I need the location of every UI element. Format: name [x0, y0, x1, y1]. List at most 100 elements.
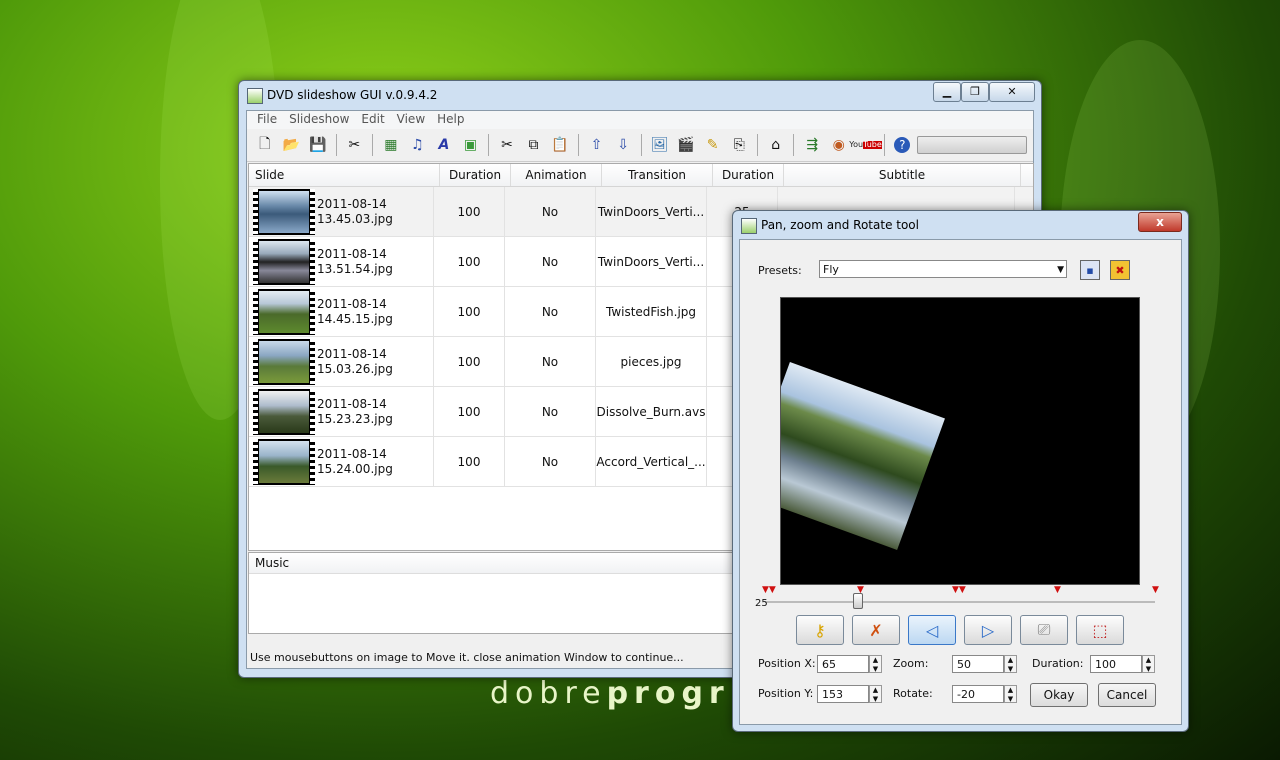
pen-icon[interactable]: ✎ [701, 133, 725, 157]
position-y-label: Position Y: [758, 687, 814, 700]
up-arrow-icon[interactable]: ⇧ [585, 133, 609, 157]
pz-window-title: Pan, zoom and Rotate tool [761, 218, 919, 232]
keyframe-marker[interactable]: ▼ [1054, 585, 1061, 595]
toolbar-separator [883, 134, 885, 156]
image-icon[interactable]: 🖼 [648, 133, 672, 157]
pz-close-button[interactable]: x [1138, 212, 1182, 232]
slide-duration: 100 [434, 237, 505, 286]
save-preset-icon[interactable]: ▪ [1080, 260, 1100, 280]
status-bar: Use mousebuttons on image to Move it. cl… [250, 651, 684, 664]
col-transition-duration[interactable]: Duration [713, 164, 784, 186]
col-animation[interactable]: Animation [511, 164, 602, 186]
cancel-button[interactable]: Cancel [1098, 683, 1156, 707]
arrow-right-icon: ▷ [981, 620, 995, 640]
menu-view[interactable]: View [391, 111, 431, 129]
toolbar: 🗋 📂 💾 ✂ ▦ ♫ A ▣ ✂ ⧉ 📋 ⇧ ⇩ 🖼 🎬 ✎ ⎘ ⌂ ⇶ ◉ … [247, 129, 1033, 162]
preview-photo[interactable] [781, 362, 945, 550]
position-x-stepper[interactable]: ▲ ▼ [869, 655, 882, 673]
main-titlebar[interactable]: DVD slideshow GUI v.0.9.4.2 ▁ ❐ ✕ [239, 81, 1041, 109]
duration-stepper[interactable]: ▲ ▼ [1142, 655, 1155, 673]
zoom-field[interactable]: 50 [952, 655, 1004, 673]
zoom-stepper[interactable]: ▲ ▼ [1004, 655, 1017, 673]
keyframe-marker[interactable]: ▼▼ [952, 585, 966, 595]
slide-transition: TwistedFish.jpg [596, 287, 707, 336]
slide-duration: 100 [434, 187, 505, 236]
tools-icon[interactable]: ✂ [343, 133, 367, 157]
toolbar-separator [793, 134, 795, 156]
zoom-label: Zoom: [893, 657, 929, 670]
menu-help[interactable]: Help [431, 111, 470, 129]
slideshow-icon[interactable]: ⎘ [727, 133, 751, 157]
clapper-icon[interactable]: 🎬 [674, 133, 698, 157]
position-x-field[interactable]: 65 [817, 655, 869, 673]
add-keyframe-button[interactable]: ⚷ [796, 615, 844, 645]
menu-slideshow[interactable]: Slideshow [283, 111, 355, 129]
col-transition[interactable]: Transition [602, 164, 713, 186]
slide-animation: No [505, 237, 596, 286]
preset-value: Fly [823, 263, 839, 276]
prev-keyframe-button[interactable]: ◁ [908, 615, 956, 645]
keyframe-marker[interactable]: ▼▼ [762, 585, 776, 595]
delete-keyframe-button[interactable]: ✗ [852, 615, 900, 645]
toolbar-separator [488, 134, 490, 156]
rotate-stepper[interactable]: ▲ ▼ [1004, 685, 1017, 703]
pz-titlebar[interactable]: Pan, zoom and Rotate tool x [733, 211, 1188, 239]
slide-filename: 2011-08-14 14.45.15.jpg [317, 296, 393, 326]
down-arrow-icon[interactable]: ⇩ [611, 133, 635, 157]
timeline-position-label: 25 [755, 598, 768, 609]
maximize-button[interactable]: ❐ [961, 82, 989, 102]
timeline-slider-handle[interactable] [853, 593, 863, 609]
preview-button[interactable]: ⎚ [1020, 615, 1068, 645]
frame-icon: ⬚ [1092, 620, 1108, 640]
delete-preset-icon[interactable]: ✖ [1110, 260, 1130, 280]
help-icon[interactable]: ? [891, 133, 915, 157]
add-image-icon[interactable]: ▦ [379, 133, 403, 157]
new-icon[interactable]: 🗋 [253, 133, 277, 157]
slide-filename: 2011-08-14 15.23.23.jpg [317, 396, 393, 426]
menu-edit[interactable]: Edit [355, 111, 390, 129]
keyframe-marker[interactable]: ▼ [1152, 585, 1159, 595]
position-x-label: Position X: [758, 657, 816, 670]
export-icon[interactable]: ⇶ [800, 133, 824, 157]
add-audio-icon[interactable]: ♫ [406, 133, 430, 157]
open-icon[interactable]: 📂 [280, 133, 304, 157]
toolbar-separator [335, 134, 337, 156]
rotate-field[interactable]: -20 [952, 685, 1004, 703]
col-subtitle[interactable]: Subtitle [784, 164, 1021, 186]
fit-frame-button[interactable]: ⬚ [1076, 615, 1124, 645]
key-delete-icon: ✗ [869, 620, 883, 640]
minimize-button[interactable]: ▁ [933, 82, 961, 102]
col-slide[interactable]: Slide [249, 164, 440, 186]
menu-file[interactable]: File [251, 111, 283, 129]
slide-transition: Dissolve_Burn.avs [596, 387, 707, 436]
slide-animation: No [505, 437, 596, 486]
slide-thumbnail [253, 438, 315, 485]
copy-icon[interactable]: ⧉ [522, 133, 546, 157]
window-title: DVD slideshow GUI v.0.9.4.2 [267, 88, 438, 102]
position-y-field[interactable]: 153 [817, 685, 869, 703]
slide-duration: 100 [434, 387, 505, 436]
next-keyframe-button[interactable]: ▷ [964, 615, 1012, 645]
duration-field[interactable]: 100 [1090, 655, 1142, 673]
slide-filename: 2011-08-14 13.45.03.jpg [317, 196, 393, 226]
background-watermark: dobreprogr [490, 676, 730, 711]
window-close-button[interactable]: ✕ [989, 82, 1035, 102]
cut-icon[interactable]: ✂ [495, 133, 519, 157]
col-duration[interactable]: Duration [440, 164, 511, 186]
slide-transition: Accord_Vertical_... [596, 437, 707, 486]
save-icon[interactable]: 💾 [306, 133, 330, 157]
pan-zoom-rotate-window: Pan, zoom and Rotate tool x Presets: Fly… [732, 210, 1189, 732]
projector-icon[interactable]: ⌂ [764, 133, 788, 157]
timeline-track[interactable] [765, 601, 1155, 603]
position-y-stepper[interactable]: ▲ ▼ [869, 685, 882, 703]
presets-dropdown[interactable]: Fly ▼ [819, 260, 1067, 278]
paste-icon[interactable]: 📋 [548, 133, 572, 157]
background-icon[interactable]: ▣ [459, 133, 483, 157]
key-icon: ⚷ [814, 620, 826, 640]
image-preview-canvas[interactable] [780, 297, 1140, 585]
toolbar-separator [577, 134, 579, 156]
okay-button[interactable]: Okay [1030, 683, 1088, 707]
disc-icon[interactable]: ◉ [827, 133, 851, 157]
youtube-icon[interactable]: You Tube [849, 133, 882, 157]
text-icon[interactable]: A [432, 133, 456, 157]
